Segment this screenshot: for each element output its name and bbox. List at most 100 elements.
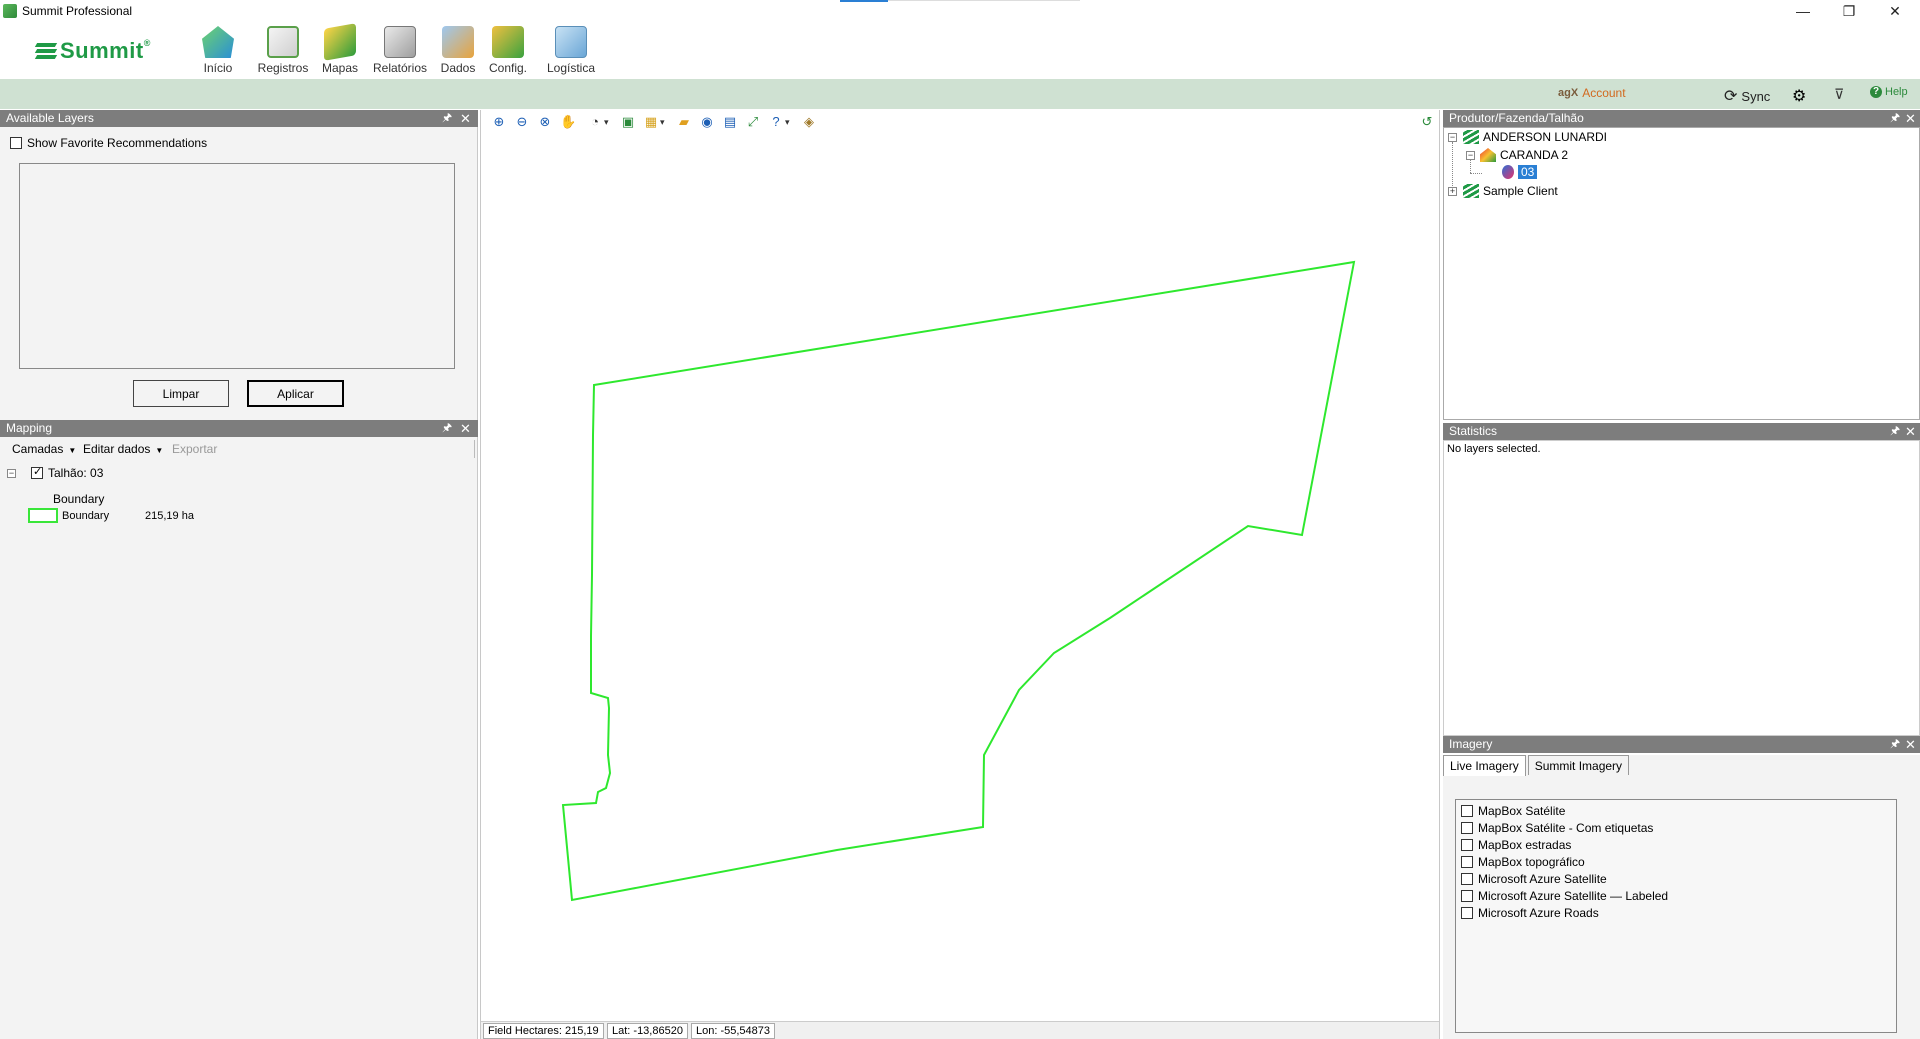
clear-button[interactable]: Limpar — [133, 380, 229, 407]
imagery-checkbox[interactable] — [1461, 873, 1473, 885]
summit-logo-icon — [34, 41, 58, 61]
layers-menu-label: Camadas — [12, 442, 64, 456]
zoom-extent-icon[interactable]: ⊗ — [537, 114, 553, 130]
map-layers-icon[interactable]: ▤ — [722, 114, 738, 130]
add-layer-icon[interactable]: ▣ — [620, 114, 636, 130]
cloud-sync-icon[interactable]: ⚙ — [1792, 86, 1806, 106]
ribbon-label: Config. — [488, 61, 528, 75]
export-button[interactable]: Exportar — [172, 442, 217, 456]
tree-node-label: Sample Client — [1483, 184, 1558, 198]
ribbon-button-registros[interactable]: Registros — [253, 24, 313, 78]
field-tree-row[interactable]: − Talhão: 03 — [7, 465, 103, 480]
minimize-button[interactable]: — — [1780, 0, 1826, 22]
close-button[interactable]: ✕ — [1872, 0, 1918, 22]
sync-button[interactable]: ⟳ Sync — [1724, 86, 1770, 106]
help-button[interactable]: ? Help — [1870, 86, 1908, 98]
imagery-item-mapbox-roads[interactable]: MapBox estradas — [1461, 838, 1571, 852]
imagery-item-azure-satellite-labeled[interactable]: Microsoft Azure Satellite — Labeled — [1461, 889, 1668, 903]
ribbon-button-inicio[interactable]: Início — [196, 24, 240, 78]
logistics-icon — [555, 26, 587, 58]
pin-icon[interactable]: 🖈 — [1890, 736, 1900, 753]
imagery-item-azure-satellite[interactable]: Microsoft Azure Satellite — [1461, 872, 1607, 886]
close-icon[interactable]: ✕ — [460, 420, 471, 437]
ribbon-button-config[interactable]: Config. — [484, 24, 532, 78]
account-label: Account — [1582, 86, 1626, 100]
available-layers-list[interactable] — [19, 163, 455, 369]
imagery-checkbox[interactable] — [1461, 856, 1473, 868]
imagery-checkbox[interactable] — [1461, 907, 1473, 919]
ribbon: Summit® Início Registros Mapas Relatório… — [0, 22, 1920, 79]
globe-icon[interactable]: ◉ — [699, 114, 715, 130]
ribbon-label: Início — [203, 61, 233, 75]
app-icon — [3, 4, 17, 18]
boundary-group-label: Boundary — [53, 492, 105, 506]
map-canvas[interactable] — [481, 135, 1439, 1015]
panel-title: Imagery — [1449, 737, 1493, 751]
zoom-out-icon[interactable]: ⊖ — [514, 114, 530, 130]
ribbon-button-logistica[interactable]: Logística — [543, 24, 599, 78]
refresh-icon[interactable]: ↺ — [1419, 114, 1435, 130]
pin-icon[interactable]: 🖈 — [1890, 110, 1900, 127]
tag-icon[interactable]: ◈ — [801, 114, 817, 130]
summit-logo-text: Summit® — [60, 38, 151, 63]
mapping-header: Mapping 🖈 ✕ — [0, 420, 478, 437]
pan-hand-icon[interactable]: ✋ — [560, 114, 576, 130]
imagery-item-mapbox-topo[interactable]: MapBox topográfico — [1461, 855, 1585, 869]
imagery-checkbox[interactable] — [1461, 805, 1473, 817]
field-visibility-checkbox[interactable] — [31, 465, 43, 479]
query-tool-icon[interactable]: ? — [768, 114, 789, 130]
tab-summit-imagery[interactable]: Summit Imagery — [1527, 755, 1630, 775]
zoom-in-icon[interactable]: ⊕ — [491, 114, 507, 130]
close-icon[interactable]: ✕ — [1905, 423, 1916, 440]
imagery-list: MapBox Satélite MapBox Satélite - Com et… — [1455, 799, 1897, 1033]
ribbon-button-dados[interactable]: Dados — [436, 24, 480, 78]
config-icon — [492, 26, 524, 58]
layers-menu[interactable]: Camadas ▼ — [12, 442, 76, 456]
show-favorites-row[interactable]: Show Favorite Recommendations — [10, 136, 207, 150]
collapse-icon[interactable]: − — [7, 468, 16, 478]
filter-icon[interactable]: ⊽ — [1834, 86, 1844, 103]
restore-button[interactable]: ❐ — [1826, 0, 1872, 22]
close-icon[interactable]: ✕ — [1905, 736, 1916, 753]
select-tool-icon[interactable]: ◔ — [587, 114, 608, 130]
imagery-item-mapbox-satellite[interactable]: MapBox Satélite — [1461, 804, 1565, 818]
ribbon-button-relatorios[interactable]: Relatórios — [370, 24, 430, 78]
pin-icon[interactable]: 🖈 — [442, 420, 452, 437]
imagery-checkbox[interactable] — [1461, 839, 1473, 851]
tree-node-field-03[interactable]: 03 — [1502, 165, 1538, 179]
open-folder-icon[interactable]: ▰ — [676, 114, 692, 130]
imagery-checkbox[interactable] — [1461, 890, 1473, 902]
tab-live-imagery[interactable]: Live Imagery — [1443, 755, 1526, 776]
imagery-item-label: Microsoft Azure Satellite — [1478, 872, 1607, 886]
imagery-item-mapbox-satellite-labels[interactable]: MapBox Satélite - Com etiquetas — [1461, 821, 1653, 835]
edit-data-label: Editar dados — [83, 442, 151, 456]
grid-tool-icon[interactable]: ▦ — [643, 114, 665, 130]
boundary-legend-row: Boundary 215,19 ha — [28, 508, 194, 523]
left-panel: Available Layers 🖈 ✕ Show Favorite Recom… — [0, 110, 478, 1039]
imagery-checkbox[interactable] — [1461, 822, 1473, 834]
expand-icon[interactable]: + — [1448, 186, 1457, 196]
maps-icon — [324, 23, 356, 61]
edit-data-menu[interactable]: Editar dados ▼ — [83, 442, 163, 456]
pin-icon[interactable]: 🖈 — [1890, 423, 1900, 440]
home-icon — [202, 26, 234, 58]
imagery-item-azure-roads[interactable]: Microsoft Azure Roads — [1461, 906, 1599, 920]
tree-node-client-anderson[interactable]: − ANDERSON LUNARDI — [1448, 130, 1607, 144]
close-icon[interactable]: ✕ — [460, 110, 471, 127]
apply-button[interactable]: Aplicar — [247, 380, 344, 407]
ribbon-button-mapas[interactable]: Mapas — [318, 23, 362, 78]
statistics-header: Statistics 🖈 ✕ — [1443, 423, 1920, 440]
collapse-icon[interactable]: − — [1448, 132, 1457, 142]
show-favorites-checkbox[interactable] — [10, 137, 22, 149]
pin-icon[interactable]: 🖈 — [442, 110, 452, 127]
measure-icon[interactable]: ⤢ — [745, 114, 761, 130]
close-icon[interactable]: ✕ — [1905, 110, 1916, 127]
window-title: Summit Professional — [22, 4, 133, 18]
tree-node-client-sample[interactable]: + Sample Client — [1448, 184, 1558, 198]
field-boundary[interactable] — [561, 260, 1356, 902]
collapse-icon[interactable]: − — [1466, 150, 1475, 160]
panel-title: Statistics — [1449, 424, 1498, 438]
tree-node-farm-caranda[interactable]: − CARANDA 2 — [1466, 148, 1568, 162]
imagery-item-label: Microsoft Azure Satellite — Labeled — [1478, 889, 1669, 903]
account-link[interactable]: agX Account — [1558, 86, 1626, 100]
